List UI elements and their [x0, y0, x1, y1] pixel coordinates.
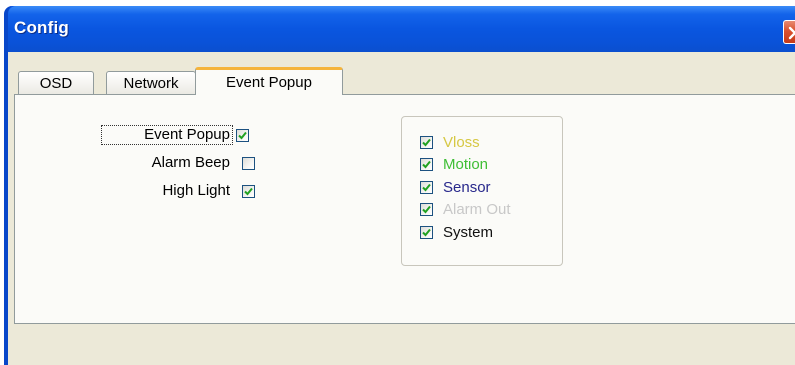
- event-system-label: System: [443, 223, 494, 241]
- checkmark-icon: [422, 205, 431, 213]
- event-alarm-out: Alarm Out: [420, 199, 511, 219]
- checkmark-icon: [238, 131, 247, 139]
- option-alarm-beep: Alarm Beep: [102, 153, 255, 173]
- checkmark-icon: [422, 160, 431, 168]
- event-system: System: [420, 222, 493, 242]
- option-alarm-beep-label: Alarm Beep: [151, 154, 230, 171]
- checkmark-icon: [422, 228, 431, 236]
- tab-event-popup-label: Event Popup: [226, 74, 312, 91]
- option-high-light-label: High Light: [162, 182, 230, 199]
- event-sensor-checkbox[interactable]: [420, 180, 433, 194]
- tab-network[interactable]: Network: [106, 71, 196, 95]
- event-sensor-label: Sensor: [443, 178, 491, 196]
- tab-osd[interactable]: OSD: [18, 71, 94, 95]
- option-event-popup-checkbox[interactable]: [236, 128, 249, 142]
- close-button[interactable]: [783, 20, 795, 44]
- event-alarm-out-label: Alarm Out: [443, 200, 511, 218]
- checkmark-icon: [422, 183, 431, 191]
- checkmark-icon: [422, 138, 431, 146]
- close-x-icon: [788, 26, 795, 40]
- event-motion: Motion: [420, 154, 488, 174]
- event-alarm-out-checkbox[interactable]: [420, 202, 433, 216]
- option-high-light: High Light: [102, 181, 255, 201]
- window-title: Config: [14, 18, 70, 37]
- event-types-group: Vloss Motion Sensor Alarm Out System: [401, 116, 563, 266]
- option-alarm-beep-checkbox[interactable]: [242, 156, 255, 170]
- event-system-checkbox[interactable]: [420, 225, 433, 239]
- tab-network-label: Network: [123, 75, 179, 92]
- event-vloss-label: Vloss: [443, 133, 480, 151]
- checkmark-icon: [244, 187, 253, 195]
- event-vloss-checkbox[interactable]: [420, 135, 433, 149]
- tab-osd-label: OSD: [39, 75, 73, 92]
- option-event-popup: Event Popup: [101, 125, 249, 145]
- config-window: Config OSD Network Event Popup Event Pop…: [4, 6, 795, 365]
- option-event-popup-label: Event Popup: [101, 125, 233, 145]
- dialog-client-area: OSD Network Event Popup Event Popup Alar…: [8, 52, 795, 365]
- option-high-light-checkbox[interactable]: [242, 184, 255, 198]
- event-sensor: Sensor: [420, 177, 491, 197]
- tab-event-popup[interactable]: Event Popup: [195, 67, 343, 96]
- event-vloss: Vloss: [420, 132, 480, 152]
- event-motion-label: Motion: [443, 155, 489, 173]
- event-motion-checkbox[interactable]: [420, 157, 433, 171]
- title-bar[interactable]: Config: [8, 6, 795, 52]
